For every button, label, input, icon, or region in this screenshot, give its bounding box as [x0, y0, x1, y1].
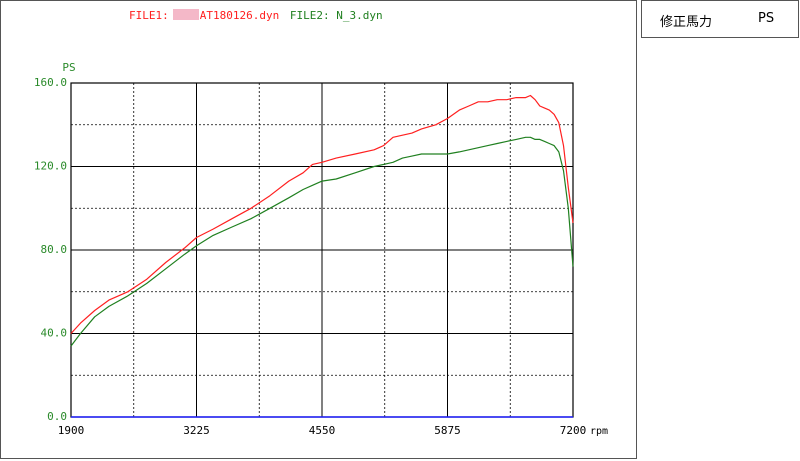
x-tick-label: 3225 — [183, 424, 210, 437]
x-tick-label: 4550 — [309, 424, 336, 437]
x-tick-label: 7200 — [560, 424, 587, 437]
x-tick-label: 1900 — [58, 424, 85, 437]
chart-panel: FILE1: AT180126.dyn FILE2: N_3.dyn 0.0 40.… — [0, 0, 637, 459]
legend-label: 修正馬力 — [660, 15, 713, 30]
legend-panel: 修正馬力 PS — [641, 0, 799, 38]
y-tick-label: 160.0 — [34, 76, 67, 89]
y-tick-label: 40.0 — [41, 327, 68, 340]
y-tick-label: 0.0 — [47, 410, 67, 423]
x-axis-unit: rpm — [590, 426, 608, 437]
y-axis-label: PS — [62, 61, 75, 74]
legend-unit: PS — [758, 11, 775, 26]
x-tick-label: 5875 — [434, 424, 461, 437]
y-tick-label: 80.0 — [41, 243, 68, 256]
dyno-chart: 0.0 40.0 80.0 120.0 160.0 PS 1900 3225 4550 5875 7… — [34, 61, 608, 437]
y-tick-label: 120.0 — [34, 160, 67, 173]
